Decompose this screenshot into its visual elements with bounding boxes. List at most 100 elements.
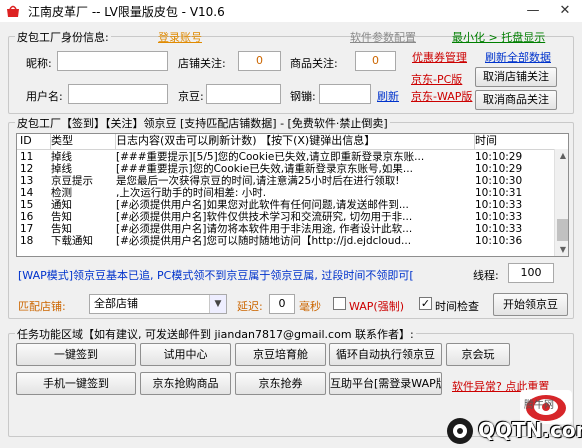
jd-pc-link[interactable]: 京东-PC版 (411, 71, 462, 87)
scroll-down-arrow-icon[interactable]: ▼ (555, 243, 568, 256)
threads-label: 线程: (473, 269, 499, 282)
scroll-up-arrow-icon[interactable]: ▲ (555, 149, 568, 163)
column-header-type[interactable]: 类型 (48, 134, 116, 149)
log-row-content: ,上次运行助手的时间相差: 小时. (116, 187, 267, 199)
log-row[interactable]: 13 京豆提示 是您最后一次获得京豆的时间,请注意满25小时后在进行领取! 10… (17, 175, 554, 187)
log-row-content: [#必须提供用户名]如果您对此软件有任何问题,请发送邮件到... (116, 199, 409, 211)
wap-force-checkbox[interactable] (333, 297, 346, 310)
threads-input[interactable]: 100 (508, 263, 554, 283)
product-follow-label: 商品关注: (290, 57, 338, 70)
column-header-id[interactable]: ID (17, 134, 51, 149)
log-scrollbar[interactable]: ▲ ▼ (554, 149, 568, 256)
nickname-label: 昵称: (26, 57, 52, 70)
column-header-content[interactable]: 日志内容(双击可以刷新计数) 【按下(X)键弹出信息】 (113, 134, 475, 149)
log-row-type: 掉线 (51, 163, 72, 175)
log-row-type: 告知 (51, 211, 72, 223)
jd-huiwan-button[interactable]: 京会玩 (446, 343, 510, 366)
log-group-title: 皮包工厂【签到】【关注】领京豆 [支持匹配店铺数据] - [免费软件·禁止倒卖] (15, 115, 390, 131)
column-header-time[interactable]: 时间 (472, 134, 568, 149)
log-row-time: 10:10:29 (475, 151, 523, 163)
start-jd-beans-button[interactable]: 开始领京豆 (493, 293, 568, 316)
log-row-time: 10:10:33 (475, 199, 523, 211)
unfollow-product-button[interactable]: 取消商品关注 (475, 90, 557, 110)
log-row-time: 10:10:29 (475, 163, 523, 175)
mobile-signin-button[interactable]: 手机一键签到 (16, 372, 136, 395)
log-row-content: [#必须提供用户名]请勿将本软件用于非法用途, 作者设计此软... (116, 223, 413, 235)
minimize-tray-link[interactable]: 最小化 > 托盘显示 (452, 29, 545, 45)
unfollow-shop-button[interactable]: 取消店铺关注 (475, 67, 557, 87)
app-handbag-icon (5, 4, 21, 18)
log-row-type: 京豆提示 (51, 175, 93, 187)
log-row-id: 16 (20, 211, 34, 223)
shop-select[interactable]: 全部店铺 ▼ (89, 294, 227, 314)
jd-wap-link[interactable]: 京东-WAP版 (411, 88, 472, 104)
delay-label: 延迟: (237, 300, 263, 313)
watermark-brand-text: QQTN.com (478, 418, 582, 442)
log-row-type: 下载通知 (51, 235, 93, 247)
log-row-content: [###重要提示][5/5]您的Cookie已失效,请立即重新登录京东账... (116, 151, 425, 163)
log-row[interactable]: 16 告知 [#必须提供用户名]软件仅供技术学习和交流研究, 切勿用于非... … (17, 211, 554, 223)
log-row[interactable]: 15 通知 [#必须提供用户名]如果您对此软件有任何问题,请发送邮件到... 1… (17, 199, 554, 211)
window-title: 江南皮革厂 -- LV限量版皮包 - V10.6 (28, 5, 225, 19)
log-row-time: 10:10:36 (475, 235, 523, 247)
time-check-label: 时间检查 (435, 300, 479, 313)
ms-label: 毫秒 (299, 300, 321, 313)
jd-bean-incubator-button[interactable]: 京豆培育舱 (235, 343, 326, 366)
product-follow-count: 0 (355, 51, 396, 71)
refresh-all-link[interactable]: 刷新全部数据 (485, 49, 551, 65)
jd-bean-label: 京豆: (178, 90, 204, 103)
steel-bean-label: 钢镚: (290, 90, 316, 103)
delay-input[interactable]: 0 (269, 294, 295, 314)
close-button[interactable]: ✕ (551, 0, 579, 22)
log-row-content: [#必须提供用户名]您可以随时随地访问【http://jd.ejdcloud..… (116, 235, 412, 247)
log-row-id: 13 (20, 175, 34, 187)
log-row-type: 通知 (51, 199, 72, 211)
log-row-content: 是您最后一次获得京豆的时间,请注意满25小时后在进行领取! (116, 175, 400, 187)
shop-select-value: 全部店铺 (94, 297, 138, 310)
settings-link[interactable]: 软件参数配置 (350, 29, 416, 45)
log-row[interactable]: 12 掉线 [###重要提示]您的Cookie已失效,请重新登录京东账号,如果.… (17, 163, 554, 175)
loop-auto-collect-button[interactable]: 循环自动执行领京豆 (329, 343, 442, 366)
log-row-time: 10:10:31 (475, 187, 523, 199)
log-row-content: [#必须提供用户名]软件仅供技术学习和交流研究, 切勿用于非... (116, 211, 413, 223)
log-row[interactable]: 17 告知 [#必须提供用户名]请勿将本软件用于非法用途, 作者设计此软... … (17, 223, 554, 235)
minimize-button[interactable]: — (519, 0, 547, 22)
shop-follow-label: 店铺关注: (178, 57, 226, 70)
coupon-link[interactable]: 优惠券管理 (412, 49, 467, 65)
match-shop-label: 匹配店铺: (18, 300, 66, 313)
wap-mode-notice: [WAP模式]领京豆基本已追, PC模式领不到京豆属于领京豆属, 过段时间不领即… (18, 269, 414, 282)
login-link[interactable]: 登录账号 (158, 29, 202, 45)
log-list[interactable]: ID 类型 日志内容(双击可以刷新计数) 【按下(X)键弹出信息】 时间 11 … (16, 133, 569, 257)
log-row[interactable]: 14 检测 ,上次运行助手的时间相差: 小时. 10:10:31 (17, 187, 554, 199)
jd-grab-coupon-button[interactable]: 京东抢券 (235, 372, 326, 395)
log-row-id: 14 (20, 187, 34, 199)
log-row-time: 10:10:33 (475, 211, 523, 223)
log-row-time: 10:10:30 (475, 175, 523, 187)
wap-force-label: WAP(强制) (349, 300, 405, 313)
time-check-checkbox[interactable]: ✓ (419, 297, 432, 310)
log-row-type: 掉线 (51, 151, 72, 163)
log-row-content: [###重要提示]您的Cookie已失效,请重新登录京东账号,如果... (116, 163, 413, 175)
jd-bean-count (206, 84, 281, 104)
steel-bean-count (319, 84, 371, 104)
chevron-down-icon[interactable]: ▼ (209, 295, 226, 313)
trial-center-button[interactable]: 试用中心 (140, 343, 231, 366)
refresh-beans-link[interactable]: 刷新 (377, 88, 399, 104)
username-field (68, 84, 168, 104)
tasks-group-title: 任务功能区域【如有建议, 可发送邮件到 jiandan7817@gmail.co… (15, 326, 416, 342)
log-row[interactable]: 18 下载通知 [#必须提供用户名]您可以随时随地访问【http://jd.ej… (17, 235, 554, 247)
log-list-header: ID 类型 日志内容(双击可以刷新计数) 【按下(X)键弹出信息】 时间 (17, 134, 568, 150)
watermark-site-text: 腾牛网 (524, 400, 554, 411)
mutual-aid-platform-button[interactable]: 互助平台[需登录WAP版] (329, 372, 442, 395)
jd-flash-buy-button[interactable]: 京东抢购商品 (140, 372, 231, 395)
shop-follow-count: 0 (238, 51, 281, 71)
log-row-time: 10:10:33 (475, 223, 523, 235)
log-row[interactable]: 11 掉线 [###重要提示][5/5]您的Cookie已失效,请立即重新登录京… (17, 151, 554, 163)
log-row-id: 15 (20, 199, 34, 211)
log-row-id: 18 (20, 235, 34, 247)
scroll-thumb[interactable] (557, 219, 568, 241)
one-click-signin-button[interactable]: 一键签到 (16, 343, 136, 366)
identity-group-title: 皮包工厂身份信息: (15, 29, 111, 45)
nickname-field[interactable] (57, 51, 168, 71)
username-label: 用户名: (26, 90, 63, 103)
